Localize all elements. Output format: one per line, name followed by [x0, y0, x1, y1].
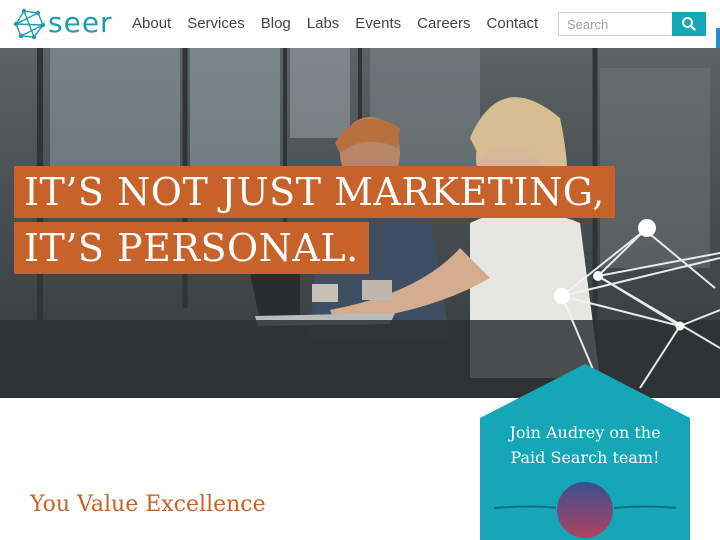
- search-icon: [682, 17, 696, 31]
- promo-text: Join Audrey on the Paid Search team!: [478, 420, 692, 470]
- promo-line-2: Paid Search team!: [510, 448, 660, 467]
- search-input[interactable]: [558, 12, 679, 36]
- nav-item-careers[interactable]: Careers: [417, 14, 470, 34]
- nav-item-labs[interactable]: Labs: [307, 14, 340, 34]
- career-promo-card[interactable]: Join Audrey on the Paid Search team!: [478, 364, 692, 540]
- brand-wordmark: seer: [48, 6, 113, 39]
- section-heading: You Value Excellence: [30, 492, 266, 517]
- avatar: [557, 482, 613, 538]
- seer-logo[interactable]: seer: [12, 6, 116, 42]
- nav-item-events[interactable]: Events: [355, 14, 401, 34]
- search-box: [558, 12, 706, 36]
- nav-item-blog[interactable]: Blog: [261, 14, 291, 34]
- nav-item-contact[interactable]: Contact: [487, 14, 539, 34]
- hero-headline-line2: IT’S PERSONAL.: [14, 222, 369, 274]
- promo-line-1: Join Audrey on the: [509, 423, 661, 442]
- side-feedback-tab[interactable]: [716, 28, 720, 50]
- hero-banner: IT’S NOT JUST MARKETING, IT’S PERSONAL.: [0, 48, 720, 398]
- search-button[interactable]: [672, 12, 706, 36]
- site-header: seer About Services Blog Labs Events Car…: [0, 0, 720, 48]
- nav-item-about[interactable]: About: [132, 14, 171, 34]
- constellation-logo-icon: [13, 8, 46, 40]
- hero-headline-line1: IT’S NOT JUST MARKETING,: [14, 166, 615, 218]
- main-nav: About Services Blog Labs Events Careers …: [124, 14, 546, 34]
- nav-item-services[interactable]: Services: [187, 14, 245, 34]
